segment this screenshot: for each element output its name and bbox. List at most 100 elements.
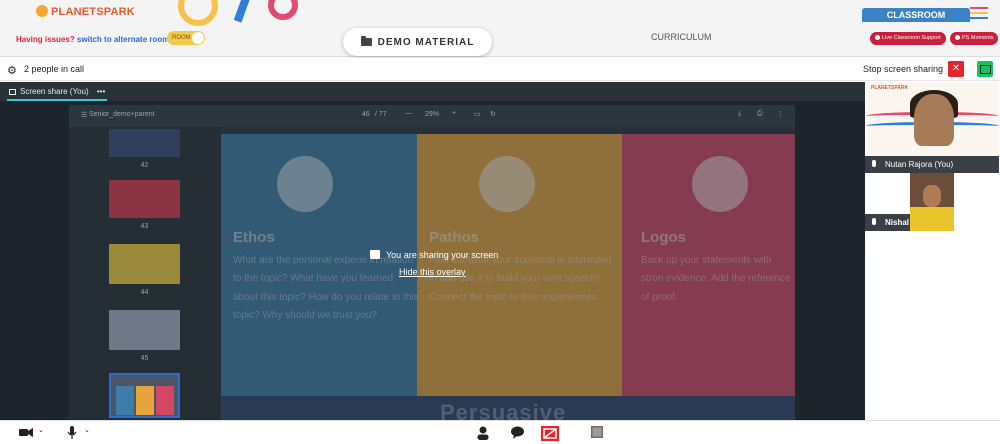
bottom-control-bar: ⌄ ⌄ xyxy=(0,420,1000,444)
thumbnail-strip: 42 43 44 45 46 xyxy=(69,127,221,420)
fit-page-icon[interactable]: ▭ xyxy=(474,110,481,118)
thumbnail-46[interactable] xyxy=(109,373,180,418)
participant-tiles: PLANETSPARK Nutan Rajora (You) Nishal xyxy=(865,82,1000,420)
microphone-options-chevron-down-icon[interactable]: ⌄ xyxy=(84,426,90,434)
bar-chart-icon xyxy=(692,156,748,212)
download-icon[interactable]: ⤓ xyxy=(738,110,741,118)
participant-name-bar: Nutan Rajora (You) xyxy=(865,156,999,173)
participant-name-bar: Nishal xyxy=(865,214,999,231)
decorative-stroke-blue xyxy=(233,0,251,23)
kebab-menu-icon[interactable]: ⋮ xyxy=(777,110,784,118)
zoom-out-icon[interactable]: — xyxy=(405,110,412,117)
participant-face xyxy=(923,185,941,207)
person-icon[interactable] xyxy=(477,426,489,443)
thumbnail-45[interactable] xyxy=(109,310,180,350)
participant-face xyxy=(914,94,954,146)
top-header: PLANETSPARK Having issues? switch to alt… xyxy=(0,0,1000,57)
microphone-icon[interactable] xyxy=(872,160,876,167)
menu-icon[interactable] xyxy=(970,7,988,22)
camera-options-chevron-down-icon[interactable]: ⌄ xyxy=(38,426,44,434)
zoom-level: 29% xyxy=(425,111,440,118)
panel-text: What are the personal experie in relatio… xyxy=(233,255,419,321)
handshake-icon xyxy=(277,156,333,212)
more-options-icon[interactable]: ••• xyxy=(97,87,105,96)
curriculum-tab[interactable]: CURRICULUM xyxy=(651,32,712,42)
room-toggle[interactable]: ROOM xyxy=(167,31,205,45)
panel-title: Ethos xyxy=(233,229,275,246)
folder-icon xyxy=(360,36,372,46)
gear-icon[interactable]: ⚙ xyxy=(7,64,17,77)
demo-material-label: DEMO MATERIAL xyxy=(377,36,475,48)
participant-name: Nutan Rajora (You) xyxy=(885,160,954,169)
screen-share-status-icon xyxy=(370,250,380,259)
document-name: Senior_demo+parent xyxy=(89,111,155,118)
microphone-icon[interactable] xyxy=(872,218,876,225)
thumbnail-44[interactable] xyxy=(109,244,180,284)
decorative-arc-yellow xyxy=(178,0,218,26)
stop-sharing-label: Stop screen sharing xyxy=(863,64,944,74)
thumbnail-42[interactable] xyxy=(109,129,180,157)
camera-icon[interactable] xyxy=(19,426,33,441)
participant-video-self[interactable]: PLANETSPARK xyxy=(866,82,999,156)
participant-name: Nishal xyxy=(885,218,910,227)
alternate-room-link[interactable]: switch to alternate room xyxy=(77,35,169,44)
thumbnail-number: 45 xyxy=(140,355,149,362)
decorative-arc-pink xyxy=(268,0,298,20)
current-slide: Ethos What are the personal experie in r… xyxy=(221,134,795,396)
slide-panel-ethos: Ethos What are the personal experie in r… xyxy=(221,134,419,396)
people-count: 2 people in call xyxy=(24,64,85,74)
thumbnail-number: 42 xyxy=(140,162,149,169)
thumb-panel xyxy=(136,386,154,415)
viewer-menu-icon[interactable]: ☰ xyxy=(81,111,87,119)
panel-text: Back up your statements with stron evide… xyxy=(641,255,791,303)
hide-overlay-link[interactable]: Hide this overlay xyxy=(399,267,466,277)
panel-title: Pathos xyxy=(429,229,480,246)
panel-text: Find out what your audience is intereste… xyxy=(429,255,612,303)
thumb-panel xyxy=(116,386,134,415)
microphone-icon[interactable] xyxy=(67,426,77,443)
print-icon[interactable]: ⎙ xyxy=(757,110,763,118)
brand-logo: PLANETSPARK xyxy=(36,5,135,18)
classroom-tab[interactable]: CLASSROOM xyxy=(862,8,970,22)
grid-icon[interactable] xyxy=(591,426,603,441)
heart-hands-icon xyxy=(479,156,535,212)
live-classroom-support-button[interactable]: Live Classroom Support xyxy=(870,32,946,45)
demo-material-button[interactable]: DEMO MATERIAL xyxy=(343,28,492,56)
support-dot-icon xyxy=(875,35,880,40)
chat-bubble-icon[interactable] xyxy=(511,426,524,442)
issues-notice: Having issues? switch to alternate room xyxy=(16,35,169,44)
room-toggle-label: ROOM xyxy=(172,35,191,41)
slide-panel-logos: Logos Back up your statements with stron… xyxy=(622,134,795,396)
screen-icon xyxy=(9,89,16,95)
screen-layout-button[interactable] xyxy=(977,61,993,77)
thumb-panel xyxy=(156,386,174,415)
zoom-in-icon[interactable]: + xyxy=(452,110,456,117)
call-bar: ⚙ 2 people in call Stop screen sharing ✕ xyxy=(0,58,1000,81)
screen-share-header: Screen share (You) ••• xyxy=(0,82,865,101)
active-tab-indicator xyxy=(7,99,107,101)
thumbnail-43[interactable] xyxy=(109,180,180,218)
sharing-overlay-text: You are sharing your screen xyxy=(386,250,499,260)
sharing-overlay-message: You are sharing your screen xyxy=(370,250,498,260)
tile-logo: PLANETSPARK xyxy=(871,85,909,91)
thumbnail-number: 44 xyxy=(140,289,149,296)
screen-share-tab[interactable]: Screen share (You) ••• xyxy=(9,87,105,96)
screen-share-tab-label: Screen share (You) xyxy=(20,87,89,96)
classroom-app: PLANETSPARK Having issues? switch to alt… xyxy=(0,0,1000,444)
toggle-knob xyxy=(192,32,204,44)
screen-share-icon[interactable] xyxy=(541,426,559,444)
issues-text: Having issues? xyxy=(16,35,75,44)
ps-moments-button[interactable]: PS Moments xyxy=(950,32,999,45)
logo-mark-icon xyxy=(36,5,48,17)
pdf-toolbar: ☰ Senior_demo+parent 46 / 77 — 29% + ▭ ↻… xyxy=(69,105,795,127)
page-total: / 77 xyxy=(375,111,387,118)
rotate-icon[interactable]: ↻ xyxy=(490,110,496,118)
slide-panel-pathos: Pathos Find out what your audience is in… xyxy=(417,134,622,396)
stop-sharing-button[interactable]: ✕ xyxy=(948,61,964,77)
panel-title: Logos xyxy=(641,229,686,246)
logo-text: PLANETSPARK xyxy=(51,6,135,18)
live-support-label: Live Classroom Support xyxy=(882,35,941,41)
ps-moments-label: PS Moments xyxy=(962,35,994,41)
page-current[interactable]: 46 xyxy=(362,111,370,118)
screen-share-area: Screen share (You) ••• ☰ Senior_demo+par… xyxy=(0,82,865,425)
